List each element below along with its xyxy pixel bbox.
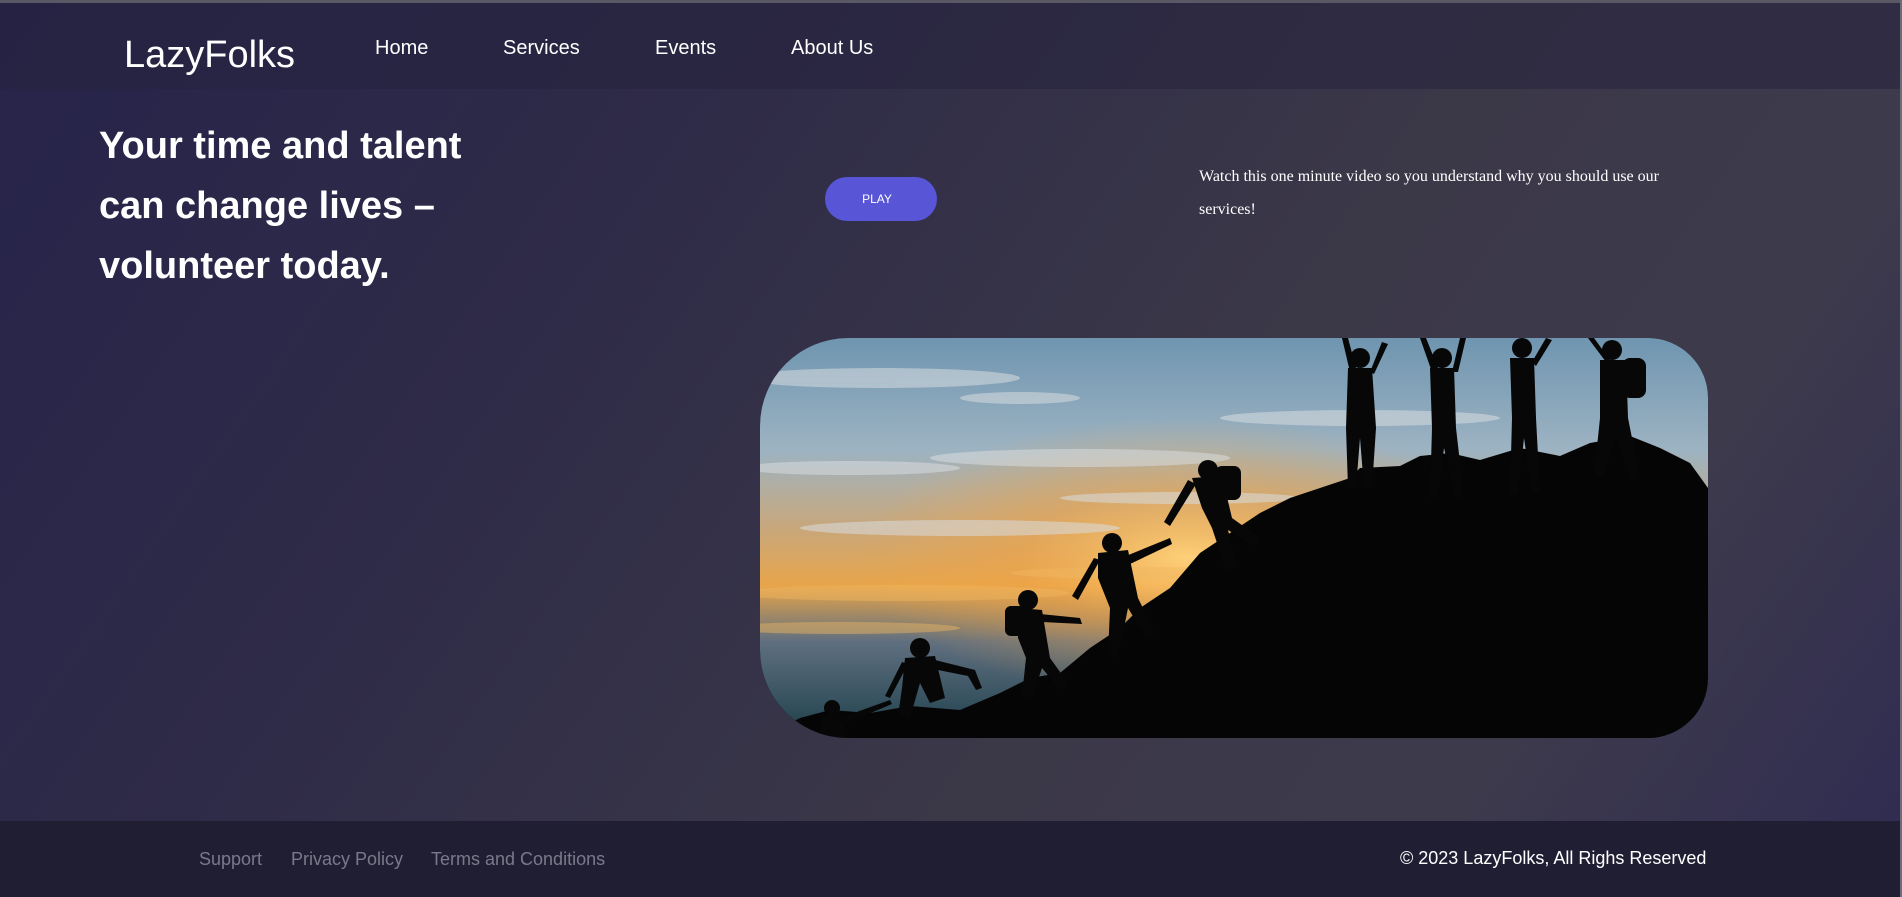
- page: LazyFolks Home Services Events About Us …: [0, 0, 1902, 897]
- nav-home-link[interactable]: Home: [375, 35, 428, 61]
- navbar: LazyFolks Home Services Events About Us: [0, 3, 1900, 89]
- footer: Support Privacy Policy Terms and Conditi…: [0, 821, 1900, 897]
- footer-terms-link[interactable]: Terms and Conditions: [431, 848, 605, 870]
- footer-privacy-policy-link[interactable]: Privacy Policy: [291, 848, 403, 870]
- site-logo[interactable]: LazyFolks: [124, 33, 295, 77]
- hero-image: [760, 338, 1708, 738]
- footer-support-link[interactable]: Support: [199, 848, 262, 870]
- mountain-climbers-silhouette-image: [760, 338, 1708, 738]
- play-button-label: PLAY: [862, 192, 892, 206]
- video-description: Watch this one minute video so you under…: [1199, 168, 1659, 218]
- copyright-notice: © 2023 LazyFolks, All Righs Reserved: [1400, 848, 1707, 868]
- hero-title: Your time and talent can change lives – …: [99, 125, 462, 287]
- nav-services-link[interactable]: Services: [503, 35, 580, 61]
- nav-events-link[interactable]: Events: [655, 35, 716, 61]
- play-video-button[interactable]: PLAY: [825, 177, 937, 221]
- nav-about-us-link[interactable]: About Us: [791, 35, 873, 61]
